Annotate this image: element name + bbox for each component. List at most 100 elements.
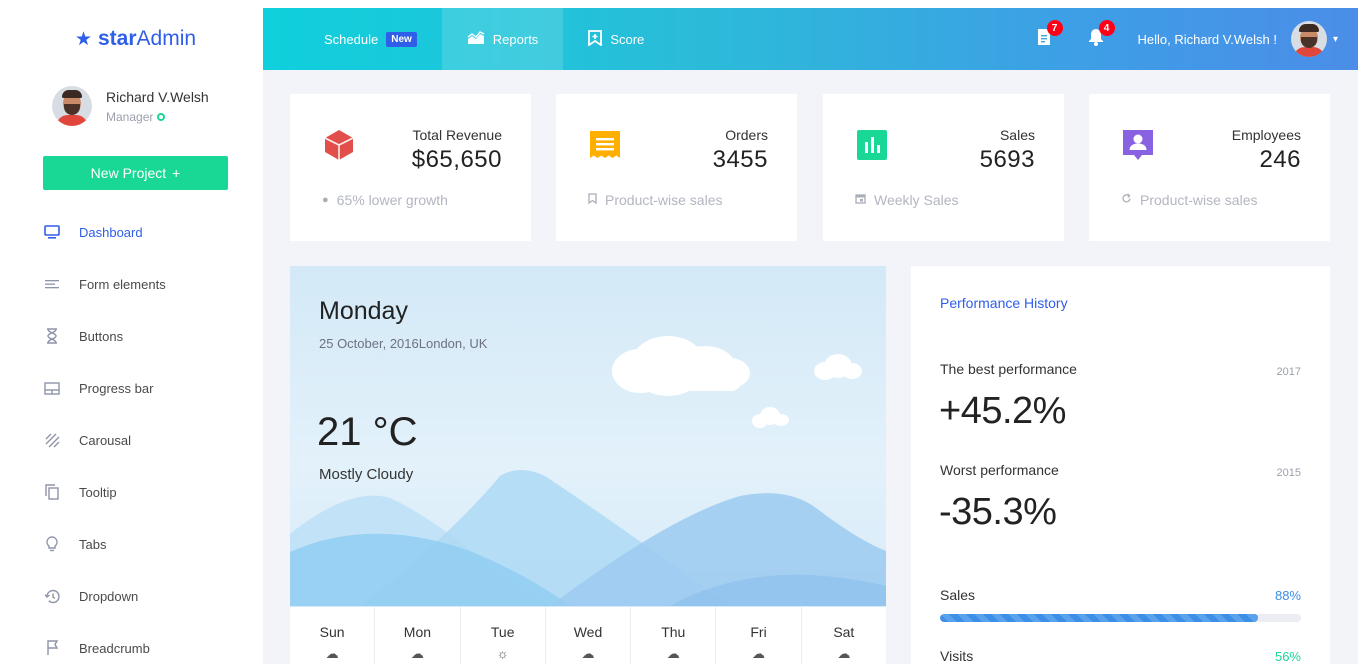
sidebar-item-tooltip[interactable]: Tooltip (8, 466, 263, 518)
top-nav-reports[interactable]: Reports (441, 8, 564, 70)
top-nav-schedule[interactable]: Schedule New (263, 8, 442, 70)
stat-value: 246 (1259, 146, 1301, 173)
sidebar-nav: Dashboard Form elements Buttons Progress… (8, 206, 263, 664)
stat-footer: ● 65% lower growth (322, 192, 448, 208)
weather-condition: Mostly Cloudy (319, 466, 414, 483)
sun-icon: ☼ (496, 646, 509, 661)
sidebar-item-breadcrumb[interactable]: Breadcrumb (8, 622, 263, 664)
forecast-day-label: Thu (661, 624, 686, 640)
messages-count-badge: 7 (1046, 20, 1063, 36)
worst-performance-year: 2015 (1276, 467, 1301, 479)
stat-footer: Product-wise sales (588, 192, 723, 208)
layout-icon (44, 380, 60, 396)
stat-footer-text: Weekly Sales (874, 192, 959, 208)
account-box-icon (1121, 128, 1155, 162)
history-icon (44, 588, 60, 604)
user-avatar[interactable] (1290, 21, 1327, 57)
weather-forecast: Sun ☁ Mon ☁ Tue ☼ Wed ☁ Thu ☁ Fri ☁ Sat ☁ (290, 607, 886, 664)
info-icon: ● (322, 194, 329, 206)
stat-value: 5693 (979, 146, 1035, 173)
stat-card-sales: Sales 5693 Weekly Sales (823, 94, 1064, 241)
best-performance-value: +45.2% (939, 390, 1066, 432)
visits-progress-label: Visits (940, 648, 974, 664)
sidebar-item-carousal[interactable]: Carousal (8, 414, 263, 466)
sidebar-item-label: Tabs (79, 536, 107, 552)
top-navbar: Schedule New Reports Score 7 4 Hello, Ri… (263, 8, 1358, 70)
stat-footer: Weekly Sales (855, 192, 959, 208)
brand-prefix: star (97, 27, 137, 50)
forecast-day[interactable]: Wed ☁ (546, 607, 632, 664)
performance-card: Performance History The best performance… (911, 266, 1330, 664)
monitor-icon (44, 224, 60, 240)
sidebar-item-progress-bar[interactable]: Progress bar (8, 362, 263, 414)
brand-logo[interactable]: ★ starAdmin (8, 8, 263, 70)
forecast-day[interactable]: Tue ☼ (461, 607, 546, 664)
sidebar-item-form-elements[interactable]: Form elements (8, 258, 263, 310)
reload-icon (1121, 193, 1132, 207)
forecast-day[interactable]: Sat ☁ (802, 607, 886, 664)
calendar-icon (855, 193, 866, 207)
forecast-day-label: Fri (750, 624, 767, 640)
sidebar-profile[interactable]: Richard V.Welsh Manager (52, 86, 209, 126)
forecast-day[interactable]: Thu ☁ (631, 607, 717, 664)
sidebar-item-label: Dashboard (79, 224, 143, 240)
forecast-day[interactable]: Sun ☁ (290, 607, 376, 664)
brand-suffix: Admin (136, 27, 197, 50)
notifications-count-badge: 4 (1098, 20, 1115, 36)
forecast-day-label: Sat (833, 624, 855, 640)
online-status-icon (157, 112, 166, 121)
cube-icon (322, 128, 356, 162)
avatar (52, 86, 92, 126)
best-performance-year: 2017 (1276, 366, 1301, 378)
stat-card-orders: Orders 3455 Product-wise sales (556, 94, 797, 241)
sidebar-item-dashboard[interactable]: Dashboard (8, 206, 263, 258)
app-window: ★ starAdmin Richard V.Welsh Manager New … (8, 8, 1358, 664)
sidebar-item-buttons[interactable]: Buttons (8, 310, 263, 362)
messages-button[interactable]: 7 (1034, 20, 1063, 49)
sidebar-item-tabs[interactable]: Tabs (8, 518, 263, 570)
best-performance-label: The best performance (940, 361, 1077, 377)
stat-label: Sales (999, 127, 1035, 143)
cloud-rain-icon: ☁ (752, 646, 766, 661)
top-nav-label: Score (610, 31, 645, 47)
stat-card-revenue: Total Revenue $65,650 ● 65% lower growth (290, 94, 531, 241)
forecast-day[interactable]: Mon ☁ (375, 607, 461, 664)
cloud-icon: ☁ (837, 646, 851, 661)
new-project-button[interactable]: New Project + (43, 156, 228, 190)
forecast-day-label: Wed (573, 624, 603, 640)
bar-chart-icon (855, 128, 889, 162)
user-greeting[interactable]: Hello, Richard V.Welsh ! (1138, 32, 1277, 47)
star-icon: ★ (74, 28, 92, 50)
weather-day: Monday (319, 297, 408, 325)
stat-footer: Product-wise sales (1121, 192, 1258, 208)
sales-progress-percent: 88% (1274, 588, 1301, 603)
sidebar-item-label: Progress bar (79, 380, 154, 396)
forecast-day-label: Sun (319, 624, 345, 640)
visits-progress-percent: 56% (1274, 649, 1301, 664)
sidebar-item-label: Dropdown (79, 588, 139, 604)
notifications-button[interactable]: 4 (1086, 20, 1115, 49)
cloud-rain-icon: ☁ (410, 646, 424, 661)
sales-progress-label: Sales (940, 587, 976, 603)
profile-name: Richard V.Welsh (106, 88, 209, 105)
sidebar-item-label: Buttons (79, 328, 124, 344)
sidebar-item-dropdown[interactable]: Dropdown (8, 570, 263, 622)
clouds-illustration (612, 336, 862, 428)
cloud-icon: ☁ (325, 646, 339, 661)
lightbulb-icon (44, 536, 60, 552)
chevron-down-icon[interactable]: ▾ (1333, 34, 1338, 45)
sidebar: ★ starAdmin Richard V.Welsh Manager New … (8, 8, 263, 664)
forecast-day[interactable]: Fri ☁ (716, 607, 802, 664)
sidebar-item-label: Breadcrumb (79, 640, 150, 656)
top-nav-label: Schedule (324, 31, 379, 47)
plus-icon: + (172, 165, 181, 181)
weather-date: 25 October, 2016 (319, 336, 419, 351)
sidebar-item-label: Form elements (79, 276, 166, 292)
lines-icon (44, 276, 60, 292)
sidebar-item-label: Tooltip (79, 484, 117, 500)
profile-role-row: Manager (106, 110, 209, 124)
top-nav: Schedule New Reports Score (263, 8, 669, 70)
top-nav-score[interactable]: Score (563, 8, 669, 70)
weather-temperature: 21 °C (317, 410, 418, 454)
stat-label: Employees (1231, 127, 1301, 143)
